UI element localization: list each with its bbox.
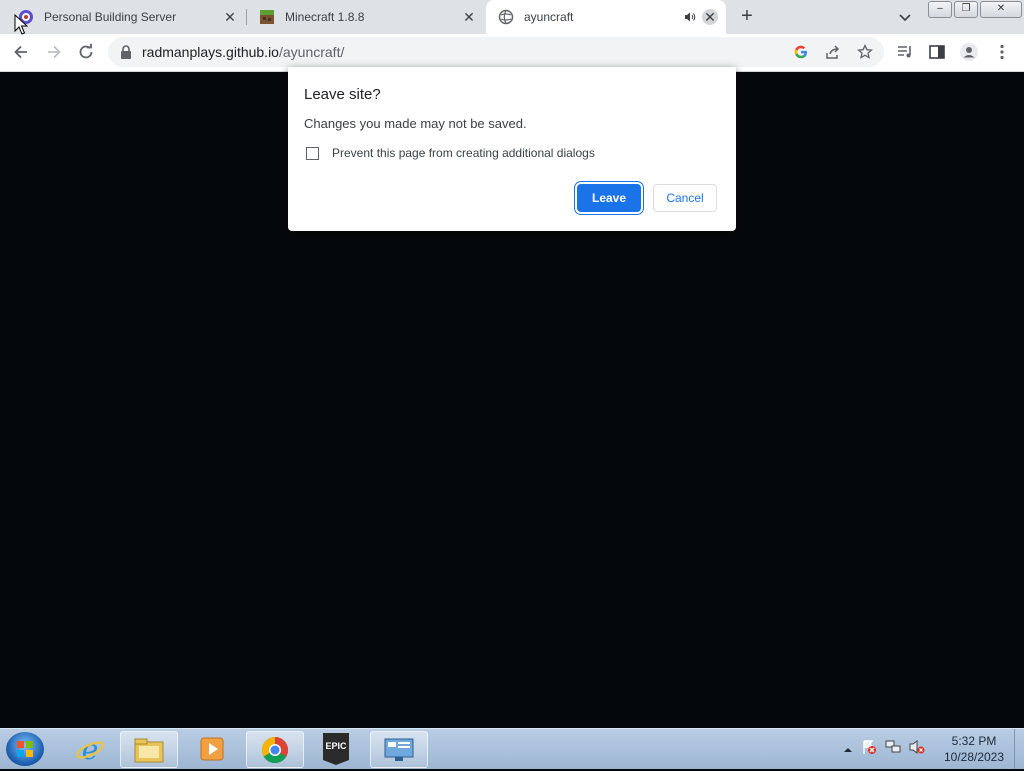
lock-icon[interactable] [120, 45, 132, 64]
system-tray [843, 739, 925, 760]
url-path: /ayuncraft/ [278, 44, 345, 60]
forward-button[interactable] [43, 41, 65, 63]
epic-logo-text: EPIC [325, 741, 347, 751]
remote-desktop-icon[interactable] [370, 731, 428, 768]
mouse-cursor-icon [14, 13, 29, 41]
show-hidden-icons-icon[interactable] [843, 741, 853, 759]
window-controls: – ❐ ✕ [928, 1, 1022, 18]
show-desktop-button[interactable] [1014, 729, 1024, 769]
globe-icon [498, 9, 514, 25]
file-explorer-icon[interactable] [120, 731, 178, 768]
new-tab-button[interactable]: + [736, 6, 758, 28]
media-player-icon[interactable] [184, 731, 240, 766]
audio-playing-icon[interactable] [682, 9, 698, 25]
epic-games-icon[interactable]: EPIC [308, 731, 364, 766]
tab-close-icon[interactable]: ✕ [702, 9, 718, 25]
chrome-menu-icon[interactable] [992, 42, 1012, 62]
close-window-button[interactable]: ✕ [980, 1, 1022, 18]
dialog-message: Changes you made may not be saved. [304, 116, 527, 131]
tab-strip: Personal Building Server ✕ Minecraft 1.8… [0, 0, 1024, 34]
taskbar: e EPIC 5:32 PM 10/28/2023 [0, 728, 1024, 769]
prevent-dialogs-checkbox[interactable] [306, 147, 319, 160]
clock-time: 5:32 PM [951, 734, 997, 748]
side-panel-icon[interactable] [927, 42, 947, 62]
minimize-button[interactable]: – [928, 1, 952, 18]
url-host: radmanplays.github.io [142, 44, 279, 60]
clock-date: 10/28/2023 [943, 750, 1005, 764]
tab-title: Minecraft 1.8.8 [285, 10, 365, 24]
prevent-dialogs-label[interactable]: Prevent this page from creating addition… [332, 146, 595, 160]
internet-explorer-icon[interactable]: e [62, 731, 118, 766]
tab-title: Personal Building Server [44, 10, 177, 24]
dialog-title: Leave site? [304, 86, 381, 103]
volume-muted-icon[interactable] [909, 739, 925, 760]
svg-text:e: e [82, 733, 99, 765]
chrome-taskbar-icon[interactable] [246, 731, 304, 768]
leave-button[interactable]: Leave [577, 184, 641, 212]
action-center-flag-icon[interactable] [861, 739, 877, 760]
google-icon[interactable] [792, 43, 810, 61]
tab-personal-building-server[interactable]: Personal Building Server ✕ [0, 0, 246, 34]
system-clock[interactable]: 5:32 PM 10/28/2023 [940, 733, 1008, 765]
restore-button[interactable]: ❐ [954, 1, 978, 18]
share-icon[interactable] [824, 43, 842, 61]
minecraft-favicon-icon [259, 9, 275, 25]
network-icon[interactable] [885, 739, 901, 760]
media-control-icon[interactable] [895, 42, 915, 62]
tab-title: ayuncraft [524, 10, 574, 24]
cancel-button[interactable]: Cancel [653, 184, 717, 212]
bookmark-star-icon[interactable] [856, 43, 874, 61]
tab-search-icon[interactable] [896, 8, 914, 26]
tab-close-icon[interactable]: ✕ [461, 9, 477, 25]
start-button[interactable] [6, 732, 44, 766]
profile-avatar-icon[interactable] [959, 42, 979, 62]
reload-button[interactable] [75, 41, 97, 63]
tab-minecraft[interactable]: Minecraft 1.8.8 ✕ [247, 0, 485, 34]
back-button[interactable] [10, 41, 32, 63]
address-bar[interactable]: radmanplays.github.io/ayuncraft/ [108, 37, 884, 67]
tab-close-icon[interactable]: ✕ [222, 9, 238, 25]
tab-ayuncraft[interactable]: ayuncraft ✕ [486, 0, 726, 34]
url-text[interactable]: radmanplays.github.io/ayuncraft/ [142, 37, 344, 67]
leave-site-dialog: Leave site? Changes you made may not be … [288, 67, 736, 231]
